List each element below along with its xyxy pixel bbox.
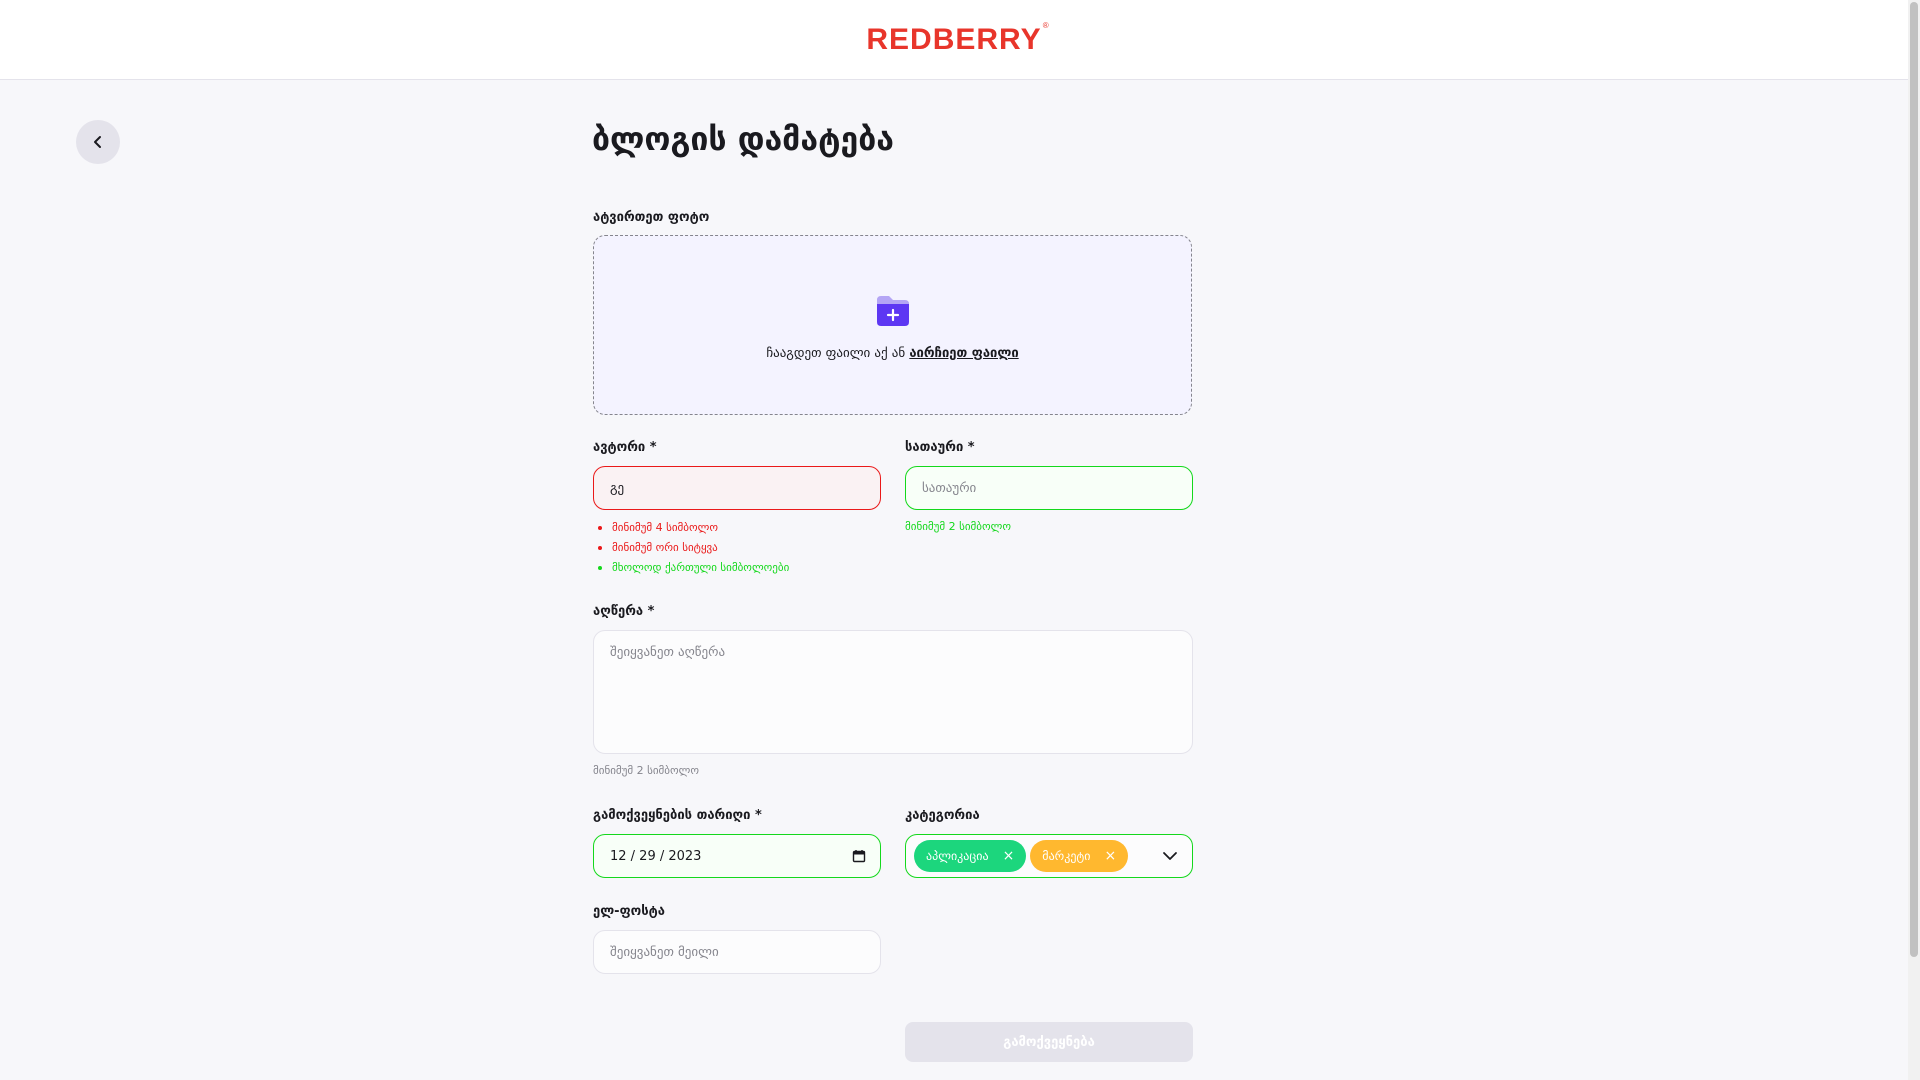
publish-date-label: გამოქვეყნების თარიღი * [593, 808, 762, 823]
title-label: სათაური * [905, 440, 975, 455]
folder-add-icon [876, 295, 909, 326]
title-hint: მინიმუმ 2 სიმბოლო [905, 520, 1011, 533]
category-select[interactable]: აპლიკაცია × მარკეტი × [905, 834, 1193, 878]
scrollbar-thumb[interactable] [1910, 2, 1918, 957]
logo[interactable]: REDBERRY ® [866, 21, 1048, 57]
author-rule-georgian-only: მხოლოდ ქართული სიმბოლოები [596, 558, 789, 578]
category-label: კატეგორია [905, 808, 980, 823]
scrollbar[interactable] [1908, 0, 1920, 1080]
page-title: ბლოგის დამატება [592, 120, 894, 158]
upload-label: ატვირთეთ ფოტო [593, 210, 710, 225]
chevron-left-icon [94, 136, 101, 148]
author-label: ავტორი * [593, 440, 657, 455]
remove-chip-icon[interactable]: × [1105, 848, 1117, 864]
author-rule-two-words: მინიმუმ ორი სიტყვა [596, 538, 789, 558]
header: REDBERRY ® [0, 0, 1908, 80]
logo-registered-mark: ® [1042, 20, 1050, 30]
upload-instructions: ჩააგდეთ ფაილი აქ ან აირჩიეთ ფაილი [766, 346, 1018, 361]
author-validation-rules: მინიმუმ 4 სიმბოლო მინიმუმ ორი სიტყვა მხო… [596, 518, 789, 578]
email-label: ელ-ფოსტა [593, 904, 665, 919]
email-input[interactable] [593, 930, 881, 974]
remove-chip-icon[interactable]: × [1003, 848, 1015, 864]
logo-text: REDBERRY [866, 22, 1042, 56]
description-textarea[interactable] [593, 630, 1193, 754]
description-hint: მინიმუმ 2 სიმბოლო [593, 764, 699, 777]
title-input[interactable] [905, 466, 1193, 510]
category-chip-application[interactable]: აპლიკაცია × [914, 840, 1027, 872]
author-rule-min-chars: მინიმუმ 4 სიმბოლო [596, 518, 789, 538]
publish-date-value: 12 / 29 / 2023 [610, 848, 702, 864]
chevron-down-icon[interactable] [1162, 848, 1178, 864]
back-button[interactable] [76, 120, 120, 164]
upload-text: ჩააგდეთ ფაილი აქ ან [766, 345, 906, 361]
choose-file-link[interactable]: აირჩიეთ ფაილი [909, 346, 1018, 361]
author-input[interactable] [593, 466, 881, 510]
publish-button[interactable]: გამოქვეყნება [905, 1022, 1193, 1062]
photo-upload-dropzone[interactable]: ჩააგდეთ ფაილი აქ ან აირჩიეთ ფაილი [593, 235, 1192, 415]
calendar-icon[interactable] [852, 849, 866, 863]
category-chip-market[interactable]: მარკეტი × [1030, 840, 1129, 872]
publish-date-input[interactable]: 12 / 29 / 2023 [593, 834, 881, 878]
description-label: აღწერა * [593, 604, 655, 619]
